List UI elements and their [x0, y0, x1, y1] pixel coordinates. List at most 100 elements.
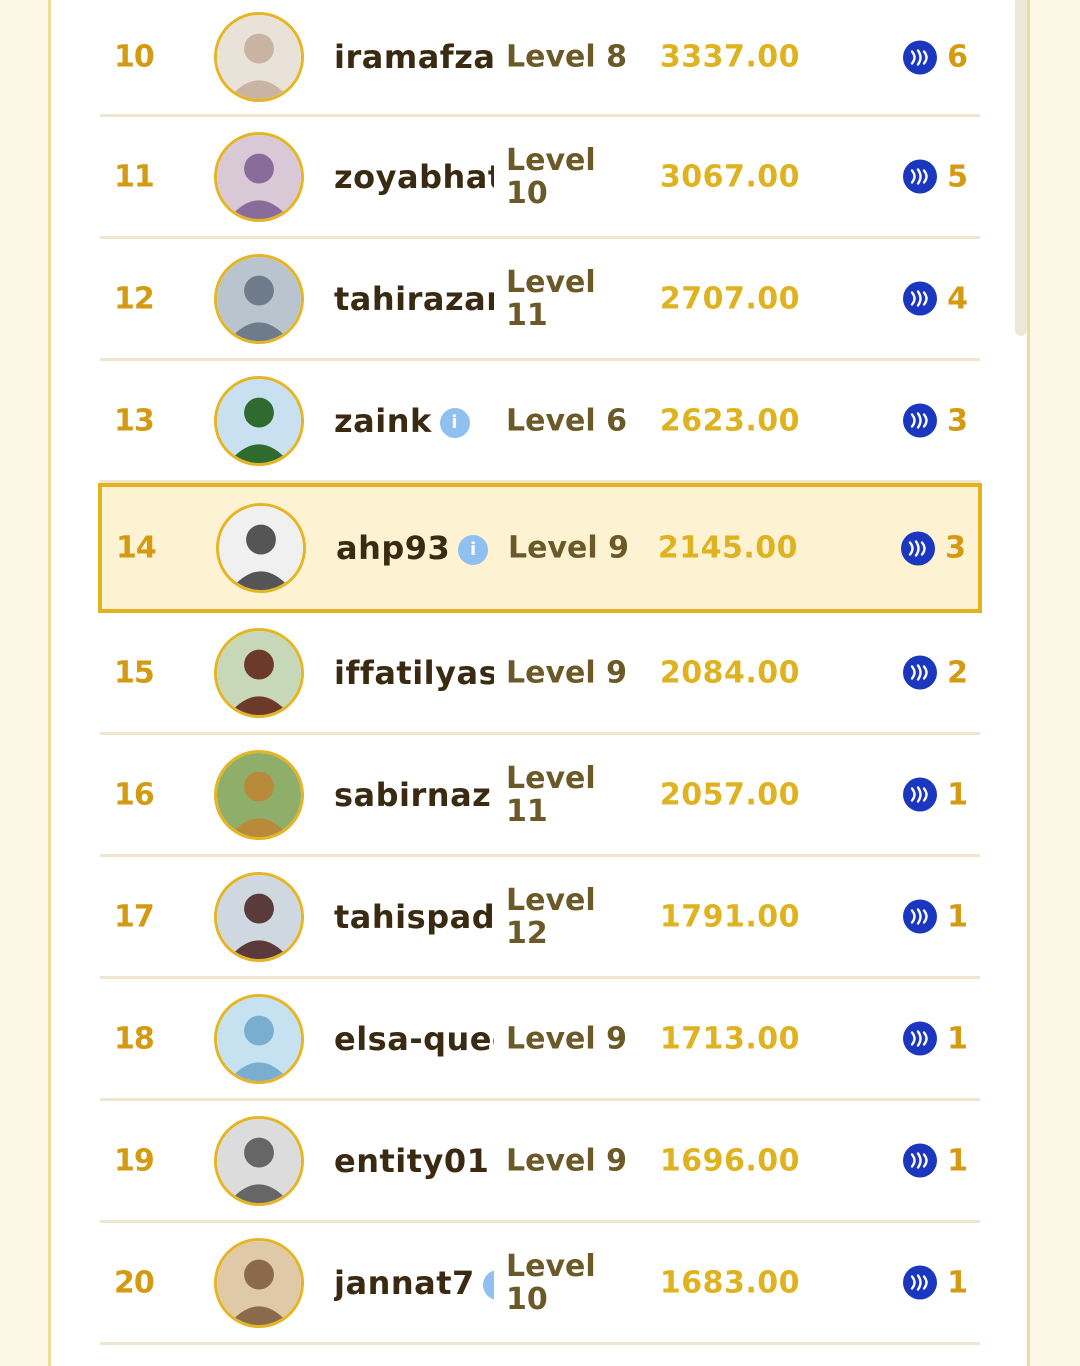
rank-number: 11: [114, 159, 155, 194]
rank-number: 13: [114, 403, 155, 438]
username-text[interactable]: sabirnaz: [334, 776, 491, 814]
scrollbar[interactable]: [1015, 0, 1027, 336]
steem-icon: [901, 531, 936, 565]
username[interactable]: elsa-queen: [334, 1020, 494, 1058]
username-text[interactable]: jannat7: [334, 1264, 475, 1302]
reward: 1: [903, 1143, 968, 1178]
rank-number: 16: [114, 777, 155, 812]
user-level: Level 9: [506, 655, 627, 690]
user-level: Level 9: [506, 1021, 627, 1056]
avatar-image: [217, 256, 301, 341]
leaderboard-row[interactable]: 10 iramafzal Level 8 3337.00 6: [100, 0, 980, 117]
user-level: Level 9: [508, 530, 629, 566]
avatar-image: [219, 506, 303, 590]
username-text[interactable]: iramafzal: [334, 38, 494, 76]
user-avatar[interactable]: [214, 375, 304, 466]
user-level: Level 6: [506, 403, 627, 438]
info-icon[interactable]: i: [482, 1269, 494, 1300]
username[interactable]: ahp93 i: [336, 529, 496, 567]
leaderboard-row[interactable]: 18 elsa-queen Level 9 1713.00 1: [100, 979, 980, 1101]
avatar-image: [217, 134, 301, 219]
reward-count: 1: [947, 777, 968, 812]
leaderboard-row[interactable]: 11 zoyabhatti Level 10 3067.00 5: [100, 117, 980, 239]
username-text[interactable]: zaink: [334, 402, 432, 440]
reward-count: 1: [947, 1021, 968, 1056]
reward: 1: [903, 1021, 968, 1056]
rank-number: 18: [114, 1021, 155, 1056]
username-text[interactable]: ahp93: [336, 529, 450, 567]
username-text[interactable]: tahispadr: [334, 898, 494, 936]
user-level: Level 9: [506, 1143, 627, 1178]
username-text[interactable]: entity01: [334, 1142, 489, 1180]
reward-count: 5: [947, 159, 968, 194]
reward: 5: [903, 159, 968, 194]
user-avatar[interactable]: [216, 503, 306, 593]
reward: 2: [903, 655, 968, 690]
user-level: Level 11: [506, 760, 596, 829]
steem-icon: [903, 1021, 938, 1056]
user-level: Level 8: [506, 39, 627, 75]
user-level: Level 12: [506, 882, 596, 951]
rank-number: 17: [114, 899, 155, 934]
user-avatar[interactable]: [214, 993, 304, 1084]
username[interactable]: iffatilyas: [334, 654, 494, 692]
avatar-image: [217, 378, 301, 463]
steem-icon: [903, 40, 938, 74]
user-avatar[interactable]: [214, 749, 304, 840]
leaderboard-list: 10 iramafzal Level 8 3337.00 6 11 zoyabh…: [98, 0, 982, 1345]
leaderboard-row[interactable]: 16 sabirnazi Level 11 2057.00 1: [100, 735, 980, 857]
score-value: 2145.00: [657, 530, 798, 566]
score-value: 2057.00: [659, 777, 800, 812]
reward-count: 2: [947, 655, 968, 690]
rank-number: 12: [114, 281, 155, 316]
reward: 3: [903, 403, 968, 438]
username-text[interactable]: iffatilyas: [334, 654, 494, 692]
username[interactable]: tahirazam: [334, 280, 494, 318]
user-level: Level 10: [506, 1248, 596, 1317]
user-avatar[interactable]: [214, 1115, 304, 1206]
steem-icon: [903, 159, 938, 194]
rank-number: 20: [114, 1265, 155, 1300]
reward: 6: [903, 40, 968, 75]
user-avatar[interactable]: [214, 627, 304, 718]
leaderboard-row[interactable]: 14 ahp93 i Level 9 2145.00 3: [98, 483, 982, 613]
rank-number: 15: [114, 655, 155, 690]
user-avatar[interactable]: [214, 253, 304, 344]
leaderboard-row[interactable]: 19 entity01i Level 9 1696.00 1: [100, 1101, 980, 1223]
reward: 4: [903, 281, 968, 316]
leaderboard-row[interactable]: 20 jannat7i Level 10 1683.00 1: [100, 1223, 980, 1345]
steem-icon: [903, 403, 938, 438]
username-text[interactable]: elsa-queen: [334, 1020, 494, 1058]
user-avatar[interactable]: [214, 131, 304, 222]
steem-icon: [903, 899, 938, 934]
user-avatar[interactable]: [214, 12, 304, 102]
steem-icon: [903, 1265, 938, 1300]
score-value: 1683.00: [659, 1265, 800, 1300]
info-icon[interactable]: i: [439, 407, 470, 438]
leaderboard-row[interactable]: 12 tahirazam Level 11 2707.00 4: [100, 239, 980, 361]
leaderboard-row[interactable]: 15 iffatilyas Level 9 2084.00 2: [100, 613, 980, 735]
username-text[interactable]: zoyabhatti: [334, 158, 494, 196]
user-avatar[interactable]: [214, 1237, 304, 1328]
leaderboard-row[interactable]: 17 tahispadr Level 12 1791.00 1: [100, 857, 980, 979]
info-icon[interactable]: i: [458, 535, 489, 565]
username-text[interactable]: tahirazam: [334, 280, 494, 318]
leaderboard-row[interactable]: 13 zaink i Level 6 2623.00 3: [100, 361, 980, 483]
user-level: Level 11: [506, 264, 596, 333]
user-avatar[interactable]: [214, 871, 304, 962]
username[interactable]: zoyabhatti: [334, 158, 494, 196]
username[interactable]: entity01i: [334, 1142, 494, 1180]
reward-count: 4: [947, 281, 968, 316]
score-value: 3067.00: [659, 159, 800, 194]
username[interactable]: tahispadr: [334, 898, 494, 936]
avatar-image: [217, 630, 301, 715]
score-value: 1713.00: [659, 1021, 800, 1056]
username[interactable]: jannat7i: [334, 1264, 494, 1302]
username[interactable]: sabirnazi: [334, 776, 494, 814]
username[interactable]: zaink i: [334, 402, 494, 440]
rank-number: 14: [116, 530, 157, 566]
username[interactable]: iramafzal: [334, 38, 494, 76]
reward-count: 1: [947, 1265, 968, 1300]
score-value: 2084.00: [659, 655, 800, 690]
reward: 1: [903, 899, 968, 934]
